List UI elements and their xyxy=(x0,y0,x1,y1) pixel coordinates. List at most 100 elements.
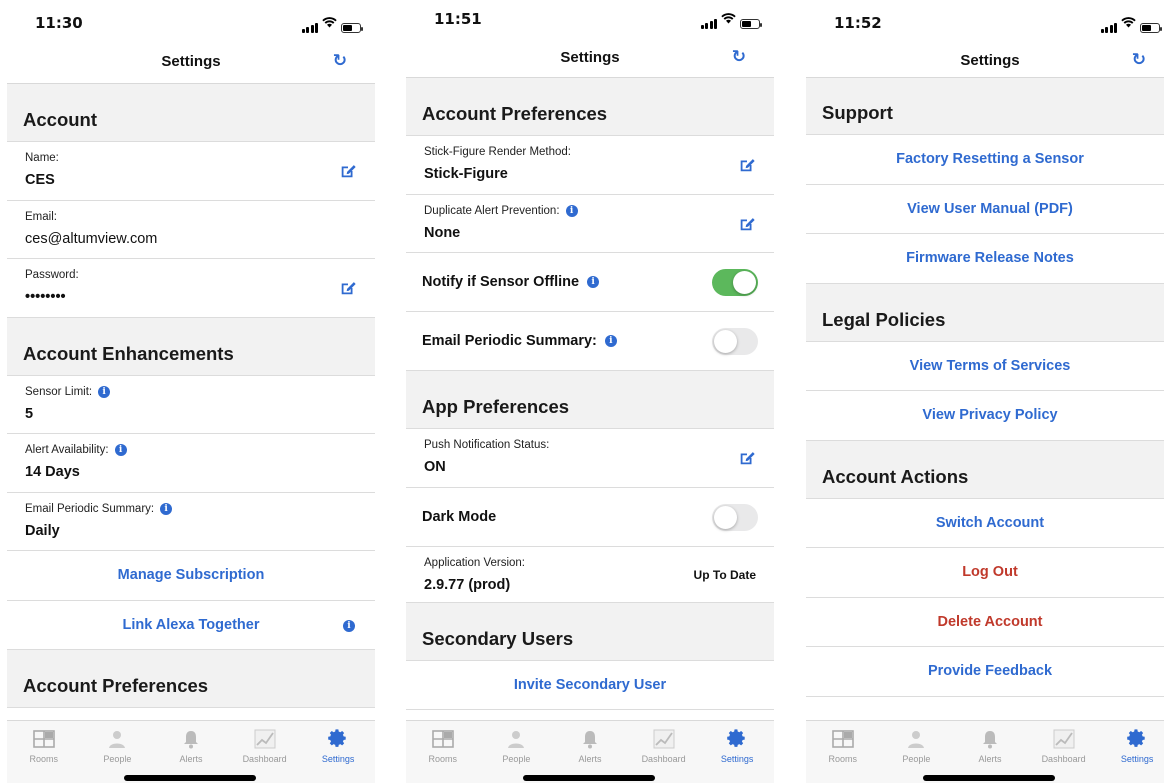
edit-icon[interactable] xyxy=(738,156,756,174)
setting-label: Stick-Figure Render Method: xyxy=(424,146,572,158)
section-header-account-enhancements: Account Enhancements xyxy=(7,317,375,376)
tab-alerts[interactable]: Alerts xyxy=(154,721,228,783)
tab-rooms[interactable]: Rooms xyxy=(806,721,880,783)
button-label: Provide Feedback xyxy=(927,663,1053,680)
view-terms-of-services-button[interactable]: View Terms of Services xyxy=(806,341,1164,391)
people-icon xyxy=(81,728,155,750)
invite-secondary-user-button[interactable]: Invite Secondary User xyxy=(406,660,774,710)
setting-row-stick-figure-render-method: Stick-Figure Render Method: Stick-Figure xyxy=(406,136,774,195)
tab-dashboard[interactable]: Dashboard xyxy=(627,721,701,783)
tab-label: Settings xyxy=(321,754,355,764)
info-icon[interactable]: i xyxy=(98,385,111,398)
log-out-button[interactable]: Log Out xyxy=(806,548,1164,598)
people-icon xyxy=(880,728,954,750)
page-title: Settings xyxy=(161,53,221,70)
button-label: View User Manual (PDF) xyxy=(907,200,1073,217)
setting-row-name: Name: CES xyxy=(7,142,375,201)
section-header-support: Support xyxy=(806,78,1164,135)
refresh-icon[interactable]: ↻ xyxy=(732,47,746,67)
settings-screen-2: 11:51 Settings ↻ Account Preferences Stick-F… xyxy=(406,0,774,783)
section-header-account-actions: Account Actions xyxy=(806,440,1164,499)
switch-account-button[interactable]: Switch Account xyxy=(806,498,1164,548)
tab-settings[interactable]: Settings xyxy=(700,721,774,783)
setting-row-email-periodic-summary: Email Periodic Summary: i Daily xyxy=(7,492,375,551)
setting-label: Email Periodic Summary: xyxy=(25,502,155,515)
setting-value: 5 xyxy=(25,405,34,422)
setting-row-alert-availability: Alert Availability: i 14 Days xyxy=(7,434,375,493)
tab-bar: Rooms People Alerts Dashboard Settings xyxy=(406,720,774,783)
tab-label: Alerts xyxy=(578,754,602,764)
rooms-icon xyxy=(806,728,880,750)
tab-label: Dashboard xyxy=(1041,754,1086,764)
status-time: 11:51 xyxy=(434,10,482,28)
toggle-label: Email Periodic Summary: xyxy=(422,333,597,349)
provide-feedback-button[interactable]: Provide Feedback xyxy=(806,647,1164,697)
tab-people[interactable]: People xyxy=(81,721,155,783)
info-icon[interactable]: i xyxy=(604,335,617,347)
tab-dashboard[interactable]: Dashboard xyxy=(1027,721,1101,783)
home-indicator xyxy=(923,775,1055,781)
info-icon[interactable]: i xyxy=(114,444,127,456)
link-alexa-together-button[interactable]: Link Alexa Together i xyxy=(7,600,375,650)
setting-value: ON xyxy=(424,459,446,475)
setting-label: Duplicate Alert Prevention: xyxy=(424,204,560,217)
page-title: Settings xyxy=(960,52,1020,69)
tab-settings[interactable]: Settings xyxy=(301,721,375,783)
status-time: 11:30 xyxy=(35,14,83,32)
signal-icon xyxy=(1100,22,1117,33)
section-header-legal-policies: Legal Policies xyxy=(806,283,1164,342)
tab-settings[interactable]: Settings xyxy=(1100,721,1164,783)
settings-screen-3: 11:52 Settings ↻ Invite Secondary UserSuppo… xyxy=(806,0,1164,783)
setting-value: 14 Days xyxy=(25,464,80,480)
tab-dashboard[interactable]: Dashboard xyxy=(228,721,302,783)
info-icon[interactable]: i xyxy=(343,619,355,632)
toggle-switch[interactable] xyxy=(712,503,758,531)
edit-icon[interactable] xyxy=(339,162,357,180)
view-privacy-policy-button[interactable]: View Privacy Policy xyxy=(806,391,1164,441)
factory-resetting-a-sensor-button[interactable]: Factory Resetting a Sensor xyxy=(806,135,1164,185)
page-title: Settings xyxy=(560,49,620,66)
info-icon[interactable]: i xyxy=(160,502,173,515)
tab-label: People xyxy=(502,754,531,764)
wifi-icon xyxy=(1121,15,1136,33)
toggle-switch[interactable] xyxy=(712,269,758,296)
info-icon[interactable]: i xyxy=(565,204,578,217)
edit-icon[interactable] xyxy=(339,279,357,297)
edit-icon[interactable] xyxy=(738,449,756,467)
settings-screen-1: 11:30 Settings ↻ Account Name: CES Email: ces@a… xyxy=(7,0,375,783)
section-title: Legal Policies xyxy=(822,308,946,330)
tab-rooms[interactable]: Rooms xyxy=(406,721,480,783)
button-label: Invite Secondary User xyxy=(513,676,667,693)
chart-icon xyxy=(228,728,302,750)
refresh-icon[interactable]: ↻ xyxy=(1132,50,1146,70)
edit-icon[interactable] xyxy=(738,215,756,233)
button-label: View Privacy Policy xyxy=(922,407,1058,424)
firmware-release-notes-button[interactable]: Firmware Release Notes xyxy=(806,234,1164,284)
view-user-manual-pdf-button[interactable]: View User Manual (PDF) xyxy=(806,184,1164,234)
manage-subscription-button[interactable]: Manage Subscription xyxy=(7,551,375,601)
info-icon[interactable]: i xyxy=(587,276,600,288)
signal-icon xyxy=(700,18,717,29)
tab-alerts[interactable]: Alerts xyxy=(953,721,1027,783)
tab-label: People xyxy=(103,754,132,764)
tab-label: Alerts xyxy=(978,754,1002,764)
button-label: Firmware Release Notes xyxy=(906,250,1074,267)
delete-account-button[interactable]: Delete Account xyxy=(806,597,1164,647)
setting-value: 2.9.77 (prod) xyxy=(424,576,511,593)
setting-value: Stick-Figure xyxy=(424,166,508,182)
setting-value: ces@altumview.com xyxy=(25,230,158,247)
section-title: Secondary Users xyxy=(422,627,574,649)
tab-rooms[interactable]: Rooms xyxy=(7,721,81,783)
tab-people[interactable]: People xyxy=(880,721,954,783)
tab-people[interactable]: People xyxy=(480,721,554,783)
toggle-switch[interactable] xyxy=(712,328,758,355)
setting-label: Application Version: xyxy=(424,556,526,569)
section-title: Account xyxy=(23,109,97,130)
setting-label: Alert Availability: xyxy=(25,444,109,456)
refresh-icon[interactable]: ↻ xyxy=(333,51,347,71)
tab-label: Settings xyxy=(720,754,754,764)
setting-label: Push Notification Status: xyxy=(424,439,550,451)
tab-bar: Rooms People Alerts Dashboard Settings xyxy=(806,720,1164,783)
tab-bar: Rooms People Alerts Dashboard Settings xyxy=(7,720,375,783)
tab-alerts[interactable]: Alerts xyxy=(553,721,627,783)
